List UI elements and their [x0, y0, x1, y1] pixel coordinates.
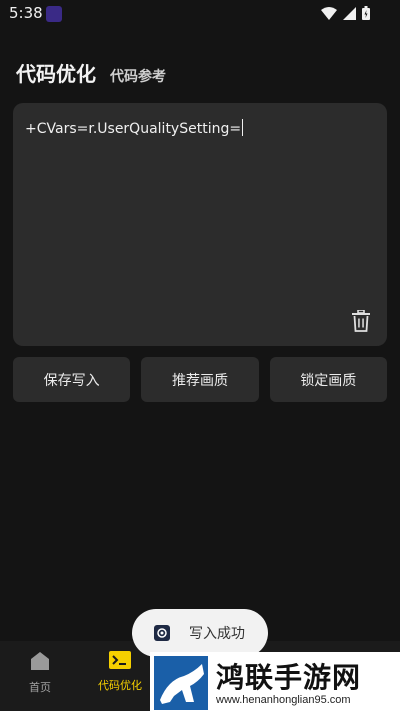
terminal-icon [109, 651, 131, 669]
watermark-url: www.henanhonglian95.com [216, 694, 351, 706]
toast: 写入成功 [132, 609, 268, 657]
page-title: 代码优化 [16, 62, 96, 86]
nav-label-home: 首页 [29, 681, 51, 694]
status-icons [321, 6, 370, 20]
home-icon [31, 652, 49, 670]
watermark-logo [154, 656, 208, 710]
trash-icon[interactable] [351, 310, 371, 332]
status-time: 5:38 [9, 4, 43, 22]
lock-quality-button[interactable]: 锁定画质 [269, 357, 387, 402]
watermark: 鸿联手游网 www.henanhonglian95.com [150, 652, 400, 711]
code-editor[interactable]: +CVars=r.UserQualitySetting= [13, 103, 387, 346]
nav-label-code-opt: 代码优化 [98, 679, 142, 692]
wifi-icon [321, 6, 337, 20]
nav-item-home[interactable]: 首页 [10, 651, 70, 695]
nav-item-code-opt[interactable]: 代码优化 [90, 651, 150, 693]
battery-icon [362, 6, 370, 20]
text-caret [242, 119, 244, 136]
status-bar: 5:38 [0, 0, 400, 28]
save-write-button[interactable]: 保存写入 [13, 357, 131, 402]
app-icon [154, 625, 170, 641]
code-reference-link[interactable]: 代码参考 [110, 66, 166, 86]
code-editor-text[interactable]: +CVars=r.UserQualitySetting= [25, 119, 244, 137]
recommend-quality-button[interactable]: 推荐画质 [141, 357, 259, 402]
action-buttons: 保存写入 推荐画质 锁定画质 [13, 357, 387, 402]
watermark-title: 鸿联手游网 [216, 661, 362, 694]
code-editor-value: +CVars=r.UserQualitySetting= [25, 121, 242, 137]
signal-icon [343, 6, 356, 20]
app-notification-icon [46, 6, 62, 22]
page-header: 代码优化 代码参考 [16, 58, 166, 87]
toast-message: 写入成功 [189, 626, 245, 642]
